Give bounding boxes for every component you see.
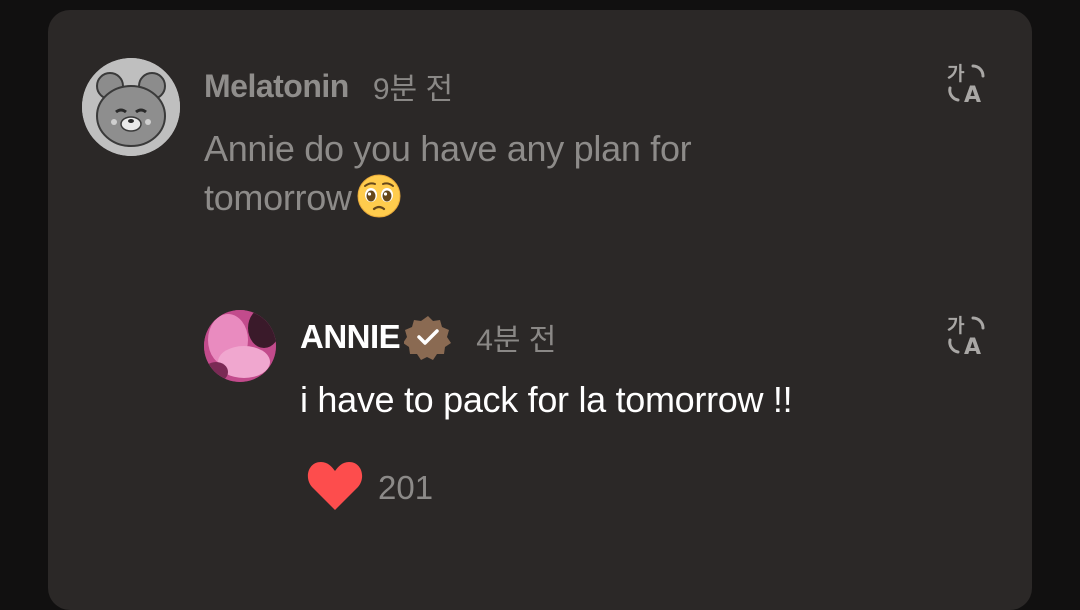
- bear-avatar-image: [82, 58, 180, 156]
- verified-badge-icon: [403, 313, 452, 361]
- svg-text:A: A: [964, 83, 981, 108]
- username[interactable]: Melatonin: [204, 68, 349, 105]
- translate-icon[interactable]: 가 A: [944, 312, 992, 360]
- comment-text: Annie do you have any plan for tomorrow: [204, 124, 824, 222]
- like-count: 201: [378, 468, 434, 506]
- comment-text-content: Annie do you have any plan for tomorrow: [204, 128, 692, 218]
- reply-header: ANNIE 4분 전: [300, 314, 556, 360]
- avatar[interactable]: [82, 58, 180, 156]
- svg-text:가: 가: [947, 315, 965, 337]
- like-button[interactable]: 201: [306, 458, 433, 517]
- pleading-face-emoji: [356, 173, 402, 219]
- timestamp: 9분 전: [372, 73, 454, 106]
- timestamp: 4분 전: [476, 324, 557, 357]
- svg-text:가: 가: [947, 63, 965, 85]
- username[interactable]: ANNIE: [300, 318, 401, 356]
- heart-icon[interactable]: [306, 458, 364, 517]
- comment-header: Melatonin 9분 전: [204, 64, 453, 108]
- reply-text: i have to pack for la tomorrow !!: [300, 379, 793, 420]
- translate-icon[interactable]: 가 A: [944, 60, 992, 108]
- svg-text:A: A: [964, 335, 981, 360]
- avatar[interactable]: [204, 310, 276, 382]
- profile-photo: [204, 310, 276, 382]
- comment-card: Melatonin 9분 전 가 A Annie do you have any…: [48, 10, 1032, 610]
